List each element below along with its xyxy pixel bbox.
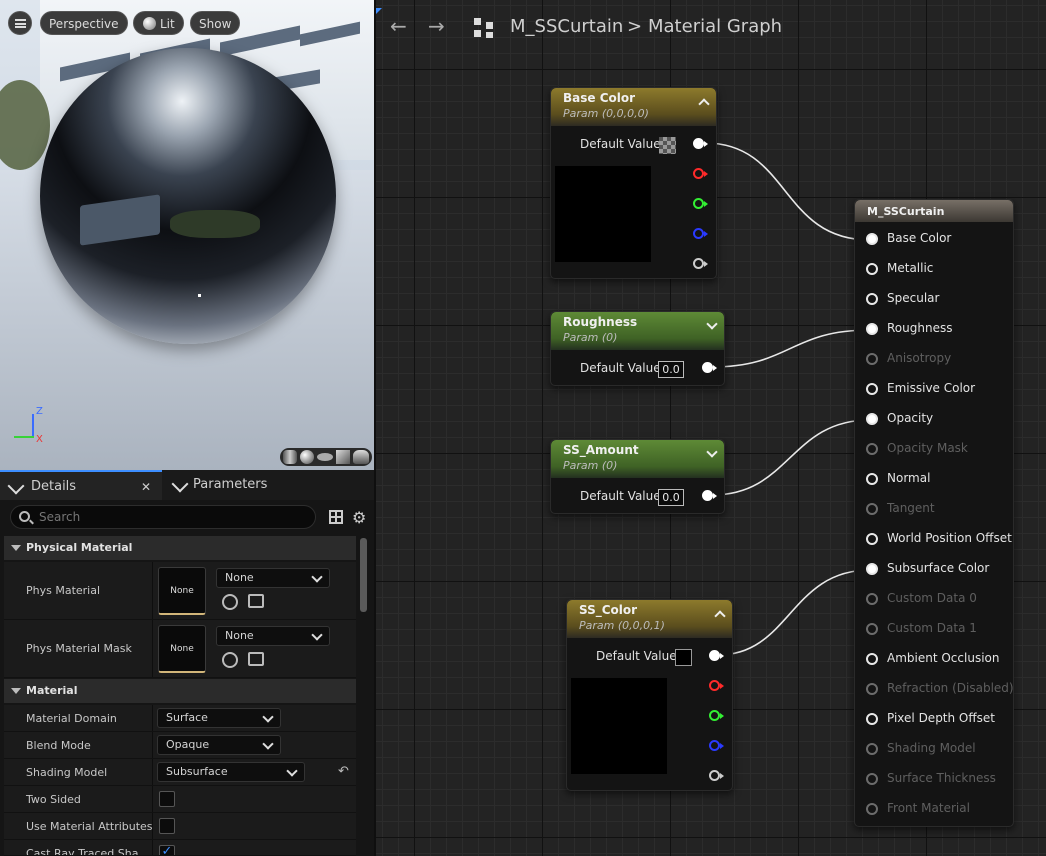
input-pin[interactable] <box>866 233 878 245</box>
input-pin-label: Metallic <box>887 261 934 275</box>
input-pin[interactable] <box>866 323 878 335</box>
output-pin[interactable] <box>702 362 717 373</box>
input-pin-label: World Position Offset <box>887 531 1012 545</box>
input-pin-label: Normal <box>887 471 931 485</box>
pin-label: Default Value <box>580 489 661 503</box>
input-pin[interactable] <box>866 473 878 485</box>
color-preview <box>571 678 667 774</box>
output-pin-rgb[interactable] <box>693 138 708 149</box>
node-header[interactable]: SS_Color Param (0,0,0,1) <box>567 600 732 638</box>
input-pin[interactable] <box>866 623 878 635</box>
node-title: Base Color <box>563 91 636 105</box>
node-ss-amount[interactable]: SS_Amount Param (0) Default Value 0.0 <box>550 439 725 514</box>
wire-base-color <box>704 142 871 241</box>
output-pin-b[interactable] <box>693 228 708 239</box>
input-pin-label: Custom Data 1 <box>887 621 977 635</box>
wire-roughness <box>711 329 871 368</box>
input-pin-label: Base Color <box>887 231 952 245</box>
node-ss-color[interactable]: SS_Color Param (0,0,0,1) Default Value <box>566 599 733 791</box>
wire-opacity <box>711 419 871 496</box>
checker-swatch-icon[interactable] <box>659 137 676 154</box>
default-value-input[interactable]: 0.0 <box>658 361 684 378</box>
input-pin-label: Shading Model <box>887 741 976 755</box>
color-swatch[interactable] <box>675 649 692 666</box>
color-preview <box>555 166 651 262</box>
output-pin-g[interactable] <box>693 198 708 209</box>
pin-label: Default Value <box>580 361 661 375</box>
input-pin[interactable] <box>866 503 878 515</box>
node-header[interactable]: Base Color Param (0,0,0,0) <box>551 88 716 126</box>
input-pin-label: Ambient Occlusion <box>887 651 1000 665</box>
input-pin[interactable] <box>866 563 878 575</box>
input-pin-label: Subsurface Color <box>887 561 990 575</box>
default-value-input[interactable]: 0.0 <box>658 489 684 506</box>
node-subtitle: Param (0) <box>563 331 618 344</box>
pin-label: Default Value <box>580 137 661 151</box>
node-base-color[interactable]: Base Color Param (0,0,0,0) Default Value <box>550 87 717 279</box>
input-pin-label: Tangent <box>887 501 935 515</box>
node-subtitle: Param (0,0,0,1) <box>579 619 665 632</box>
input-pin-label: Roughness <box>887 321 953 335</box>
input-pin-label: Anisotropy <box>887 351 952 365</box>
input-pin[interactable] <box>866 653 878 665</box>
output-pin-rgb[interactable] <box>709 650 724 661</box>
input-pin[interactable] <box>866 533 878 545</box>
output-pin-a[interactable] <box>709 770 724 781</box>
node-title: SS_Amount <box>563 443 639 457</box>
node-subtitle: Param (0,0,0,0) <box>563 107 649 120</box>
wire-subsurface-color <box>717 569 871 656</box>
node-title: M_SSCurtain <box>867 205 945 218</box>
input-pin[interactable] <box>866 413 878 425</box>
input-pin-label: Specular <box>887 291 940 305</box>
node-roughness[interactable]: Roughness Param (0) Default Value 0.0 <box>550 311 725 386</box>
node-title: Roughness <box>563 315 638 329</box>
input-pin[interactable] <box>866 383 878 395</box>
input-pin[interactable] <box>866 263 878 275</box>
input-pin[interactable] <box>866 443 878 455</box>
node-header[interactable]: M_SSCurtain <box>855 200 1013 222</box>
input-pin-label: Custom Data 0 <box>887 591 977 605</box>
input-pin[interactable] <box>866 713 878 725</box>
input-pin[interactable] <box>866 353 878 365</box>
input-pin[interactable] <box>866 683 878 695</box>
input-pin-label: Pixel Depth Offset <box>887 711 995 725</box>
input-pin-label: Refraction (Disabled) <box>887 681 1014 695</box>
node-header[interactable]: SS_Amount Param (0) <box>551 440 724 478</box>
output-pin-r[interactable] <box>709 680 724 691</box>
input-pin-label: Emissive Color <box>887 381 976 395</box>
output-pin-b[interactable] <box>709 740 724 751</box>
node-title: SS_Color <box>579 603 638 617</box>
input-pin[interactable] <box>866 743 878 755</box>
input-pin[interactable] <box>866 803 878 815</box>
input-pin-label: Front Material <box>887 801 970 815</box>
output-pin-a[interactable] <box>693 258 708 269</box>
input-pin-label: Opacity Mask <box>887 441 968 455</box>
output-pin-r[interactable] <box>693 168 708 179</box>
input-pin-label: Surface Thickness <box>887 771 996 785</box>
input-pin[interactable] <box>866 773 878 785</box>
input-pin[interactable] <box>866 293 878 305</box>
output-pin-g[interactable] <box>709 710 724 721</box>
node-header[interactable]: Roughness Param (0) <box>551 312 724 350</box>
pin-label: Default Value <box>596 649 677 663</box>
input-pin[interactable] <box>866 593 878 605</box>
output-pin[interactable] <box>702 490 717 501</box>
node-subtitle: Param (0) <box>563 459 618 472</box>
input-pin-label: Opacity <box>887 411 934 425</box>
